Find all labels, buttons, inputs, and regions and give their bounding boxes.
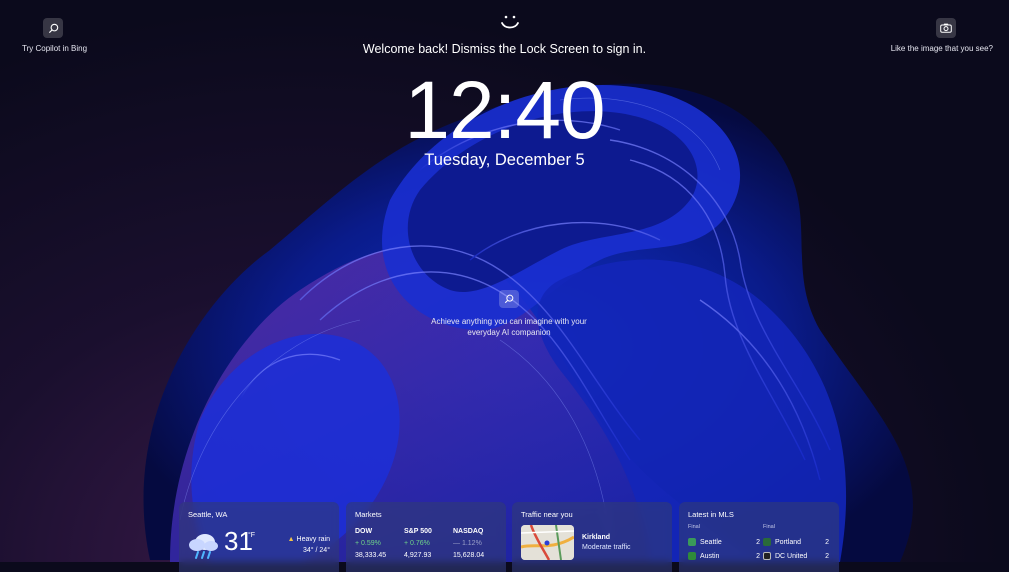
windows-hello-icon xyxy=(501,15,519,29)
traffic-map-thumbnail xyxy=(521,525,574,560)
team-score: 2 xyxy=(825,538,829,546)
weather-location: Seattle, WA xyxy=(188,510,228,519)
copilot-center-button[interactable] xyxy=(499,290,519,308)
team-name: Austin xyxy=(700,552,720,560)
game-status: Final xyxy=(688,524,700,530)
camera-button[interactable] xyxy=(936,18,956,38)
team-score: 2 xyxy=(756,552,760,560)
search-icon xyxy=(504,294,514,304)
game-status: Final xyxy=(763,524,775,530)
mls-title: Latest in MLS xyxy=(688,510,734,519)
clock-date: Tuesday, December 5 xyxy=(424,151,585,169)
markets-title: Markets xyxy=(355,510,382,519)
copilot-search-button[interactable] xyxy=(43,18,63,38)
seattle-crest-icon xyxy=(688,538,696,546)
camera-icon xyxy=(940,23,952,33)
team-name: Portland xyxy=(775,538,802,546)
market-value: 15,628.04 xyxy=(453,552,485,559)
team-score: 2 xyxy=(825,552,829,560)
market-item[interactable]: DOW + 0.59% 38,333.45 xyxy=(355,526,405,562)
market-value: 38,333.45 xyxy=(355,552,387,559)
team-row: Portland 2 xyxy=(763,538,829,546)
market-change: + 0.59% xyxy=(355,540,381,547)
market-name: DOW xyxy=(355,528,373,535)
weather-hilo: 34° / 24° xyxy=(302,547,330,554)
clock-time: 12:40 xyxy=(404,65,605,156)
temperature: 31 xyxy=(224,526,253,556)
market-item[interactable]: S&P 500 + 0.76% 4,927.93 xyxy=(404,526,454,562)
temperature-unit: °F xyxy=(248,532,256,539)
copilot-tagline[interactable]: Achieve anything you can imagine with yo… xyxy=(430,316,588,338)
market-item[interactable]: NASDAQ — 1.12% 15,628.04 xyxy=(453,526,503,562)
market-name: S&P 500 xyxy=(404,528,432,535)
rain-cloud-icon xyxy=(189,534,218,559)
team-name: DC United xyxy=(775,552,808,560)
traffic-status: Moderate traffic xyxy=(582,544,631,551)
austin-crest-icon xyxy=(688,552,696,560)
team-row: DC United 2 xyxy=(763,552,829,560)
warning-icon: ▲ xyxy=(287,536,295,543)
team-row: Seattle 2 xyxy=(688,538,760,546)
search-icon xyxy=(48,23,58,33)
weather-condition: Heavy rain xyxy=(296,536,330,543)
dc-united-crest-icon xyxy=(763,552,771,560)
team-name: Seattle xyxy=(700,538,722,546)
portland-crest-icon xyxy=(763,538,771,546)
market-value: 4,927.93 xyxy=(404,552,432,559)
weather-condition-block: ▲ Heavy rain 34° / 24° xyxy=(288,534,330,556)
traffic-title: Traffic near you xyxy=(521,510,573,519)
traffic-place: Kirkland xyxy=(582,534,611,541)
welcome-message: Welcome back! Dismiss the Lock Screen to… xyxy=(362,42,647,56)
market-change: — 1.12% xyxy=(453,540,482,547)
location-pin-icon xyxy=(544,540,550,546)
team-row: Austin 2 xyxy=(688,552,760,560)
team-score: 2 xyxy=(756,538,760,546)
market-change: + 0.76% xyxy=(404,540,430,547)
market-name: NASDAQ xyxy=(453,528,484,535)
